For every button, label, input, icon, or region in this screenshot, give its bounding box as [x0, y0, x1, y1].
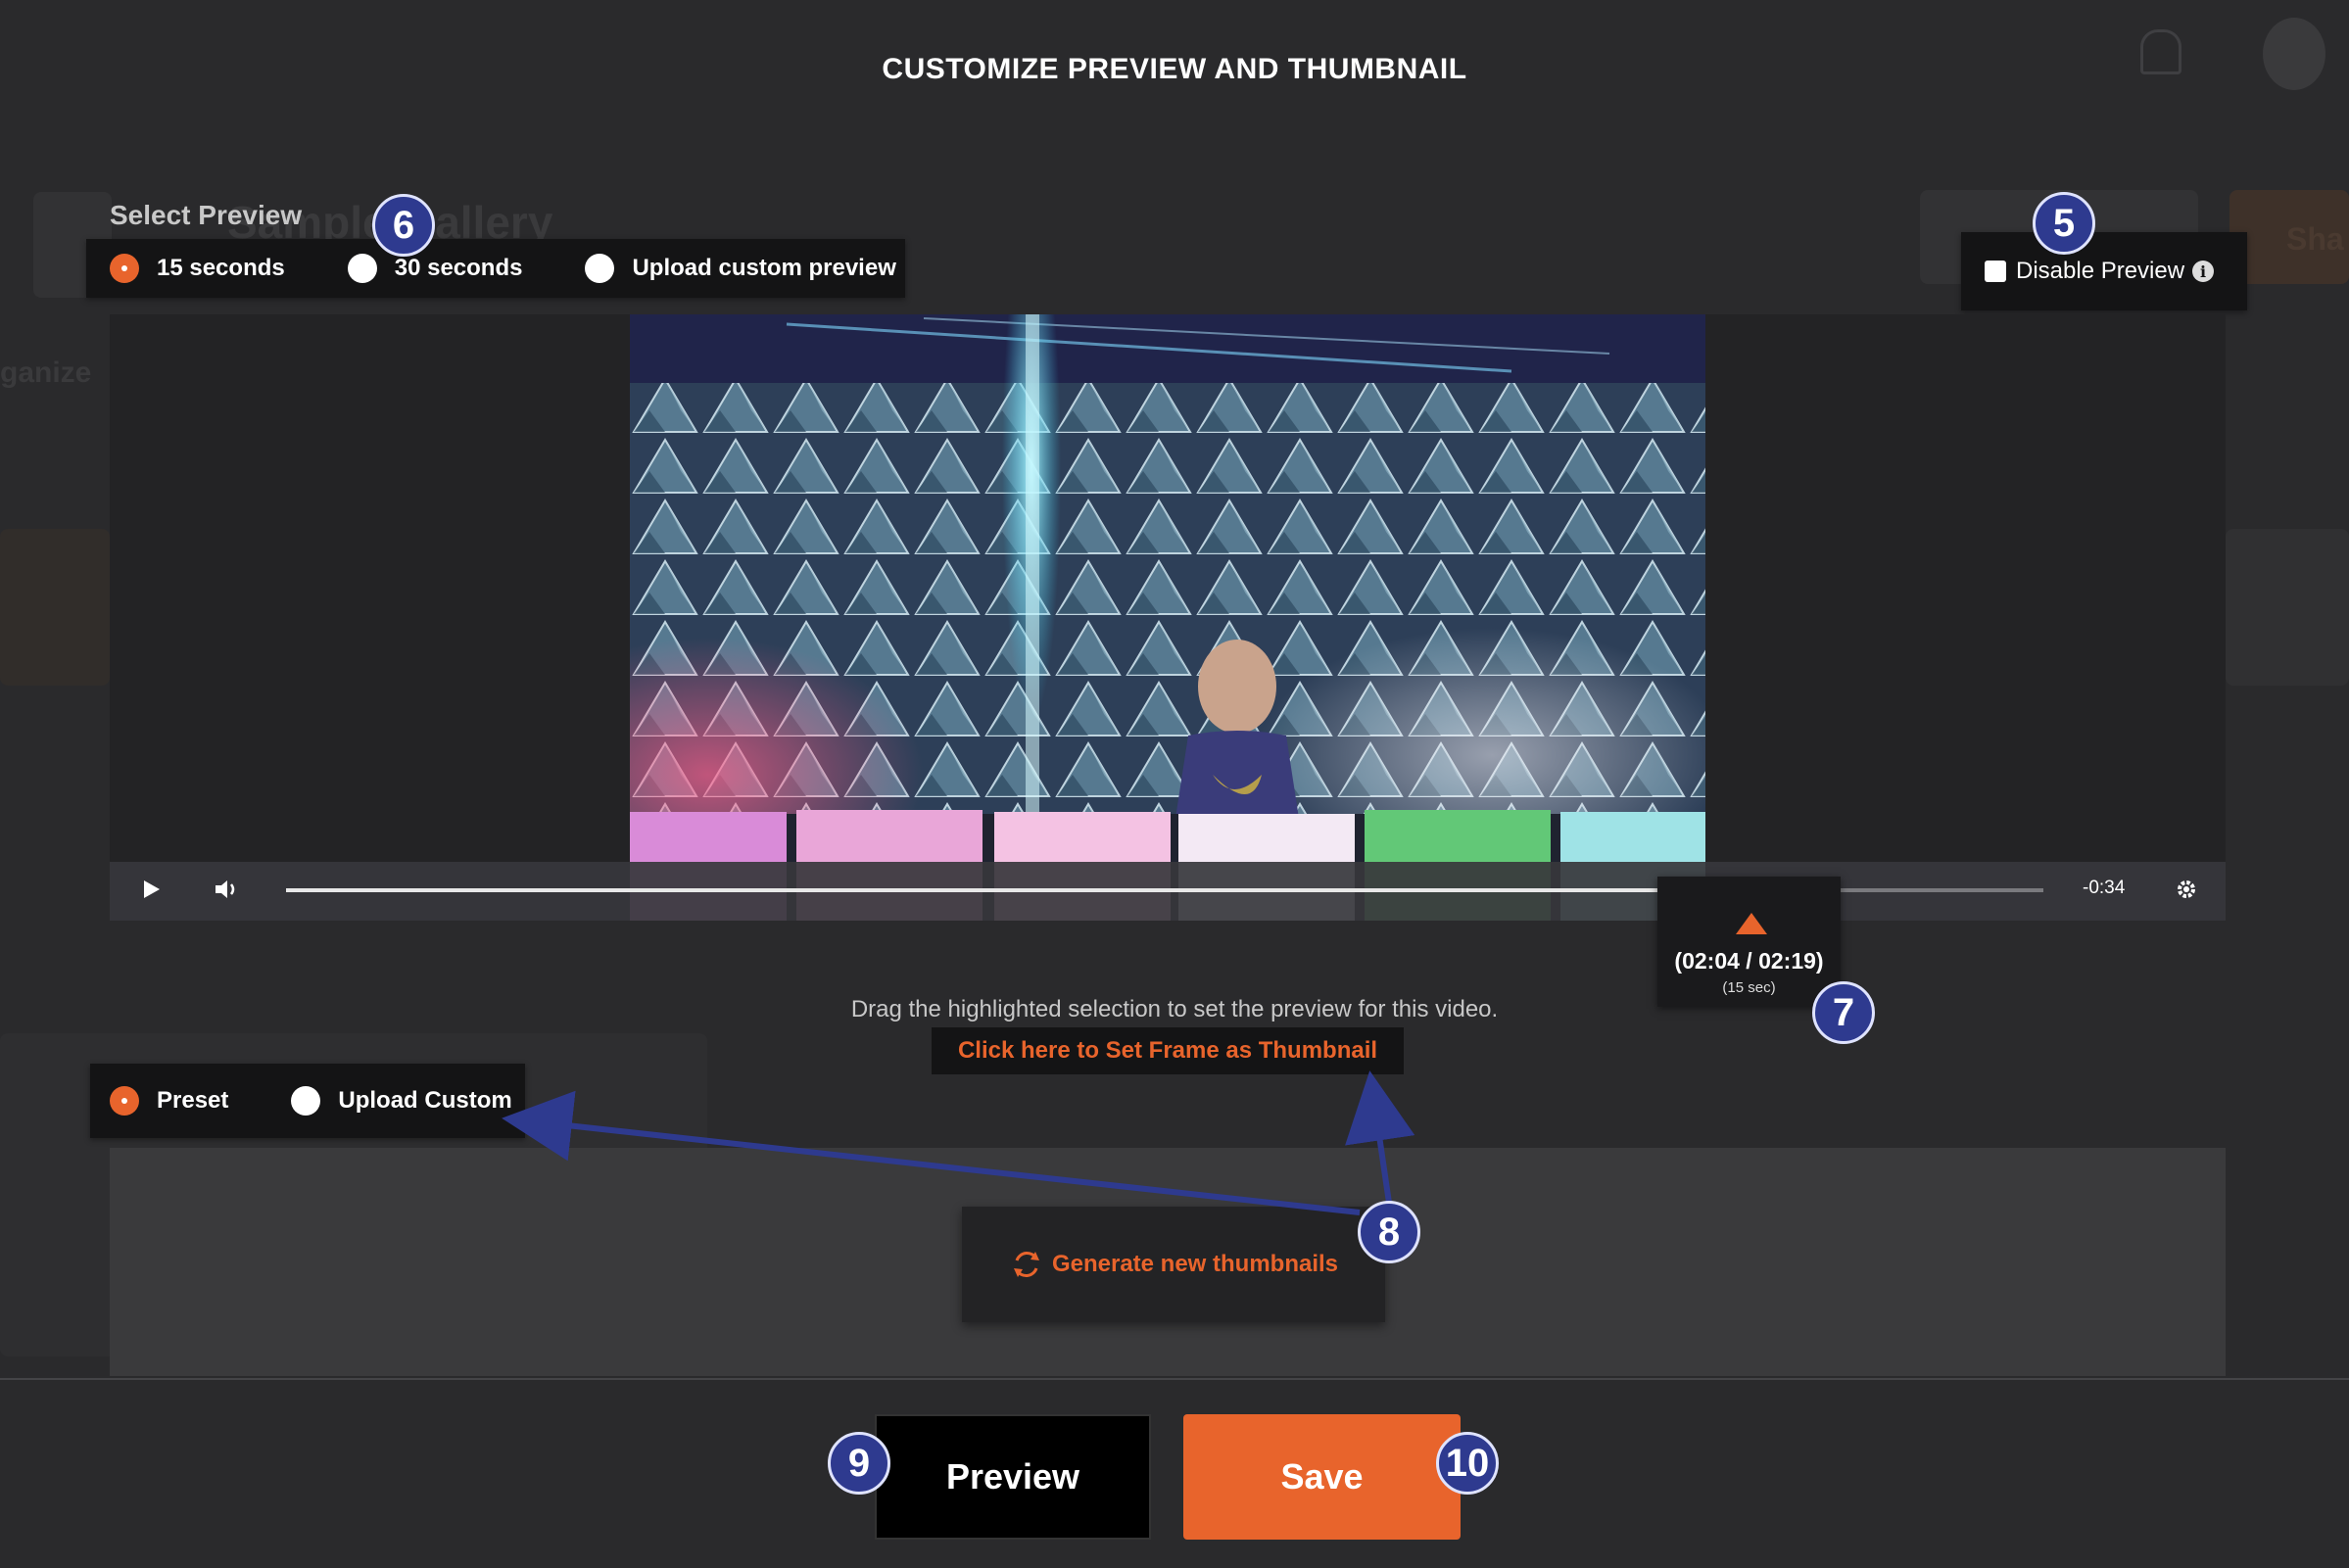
callout-arrow-set-thumbnail: [1345, 1070, 1415, 1204]
callout-badge-6: 6: [372, 194, 435, 257]
callout-badge-10: 10: [1436, 1432, 1499, 1495]
callout-arrows: [502, 1070, 1415, 1215]
callout-arrow-upload-custom: [502, 1090, 1361, 1215]
callout-badge-8: 8: [1358, 1201, 1420, 1263]
callout-badge-5: 5: [2033, 192, 2095, 255]
callout-badge-7: 7: [1812, 981, 1875, 1044]
callout-badge-9: 9: [828, 1432, 890, 1495]
